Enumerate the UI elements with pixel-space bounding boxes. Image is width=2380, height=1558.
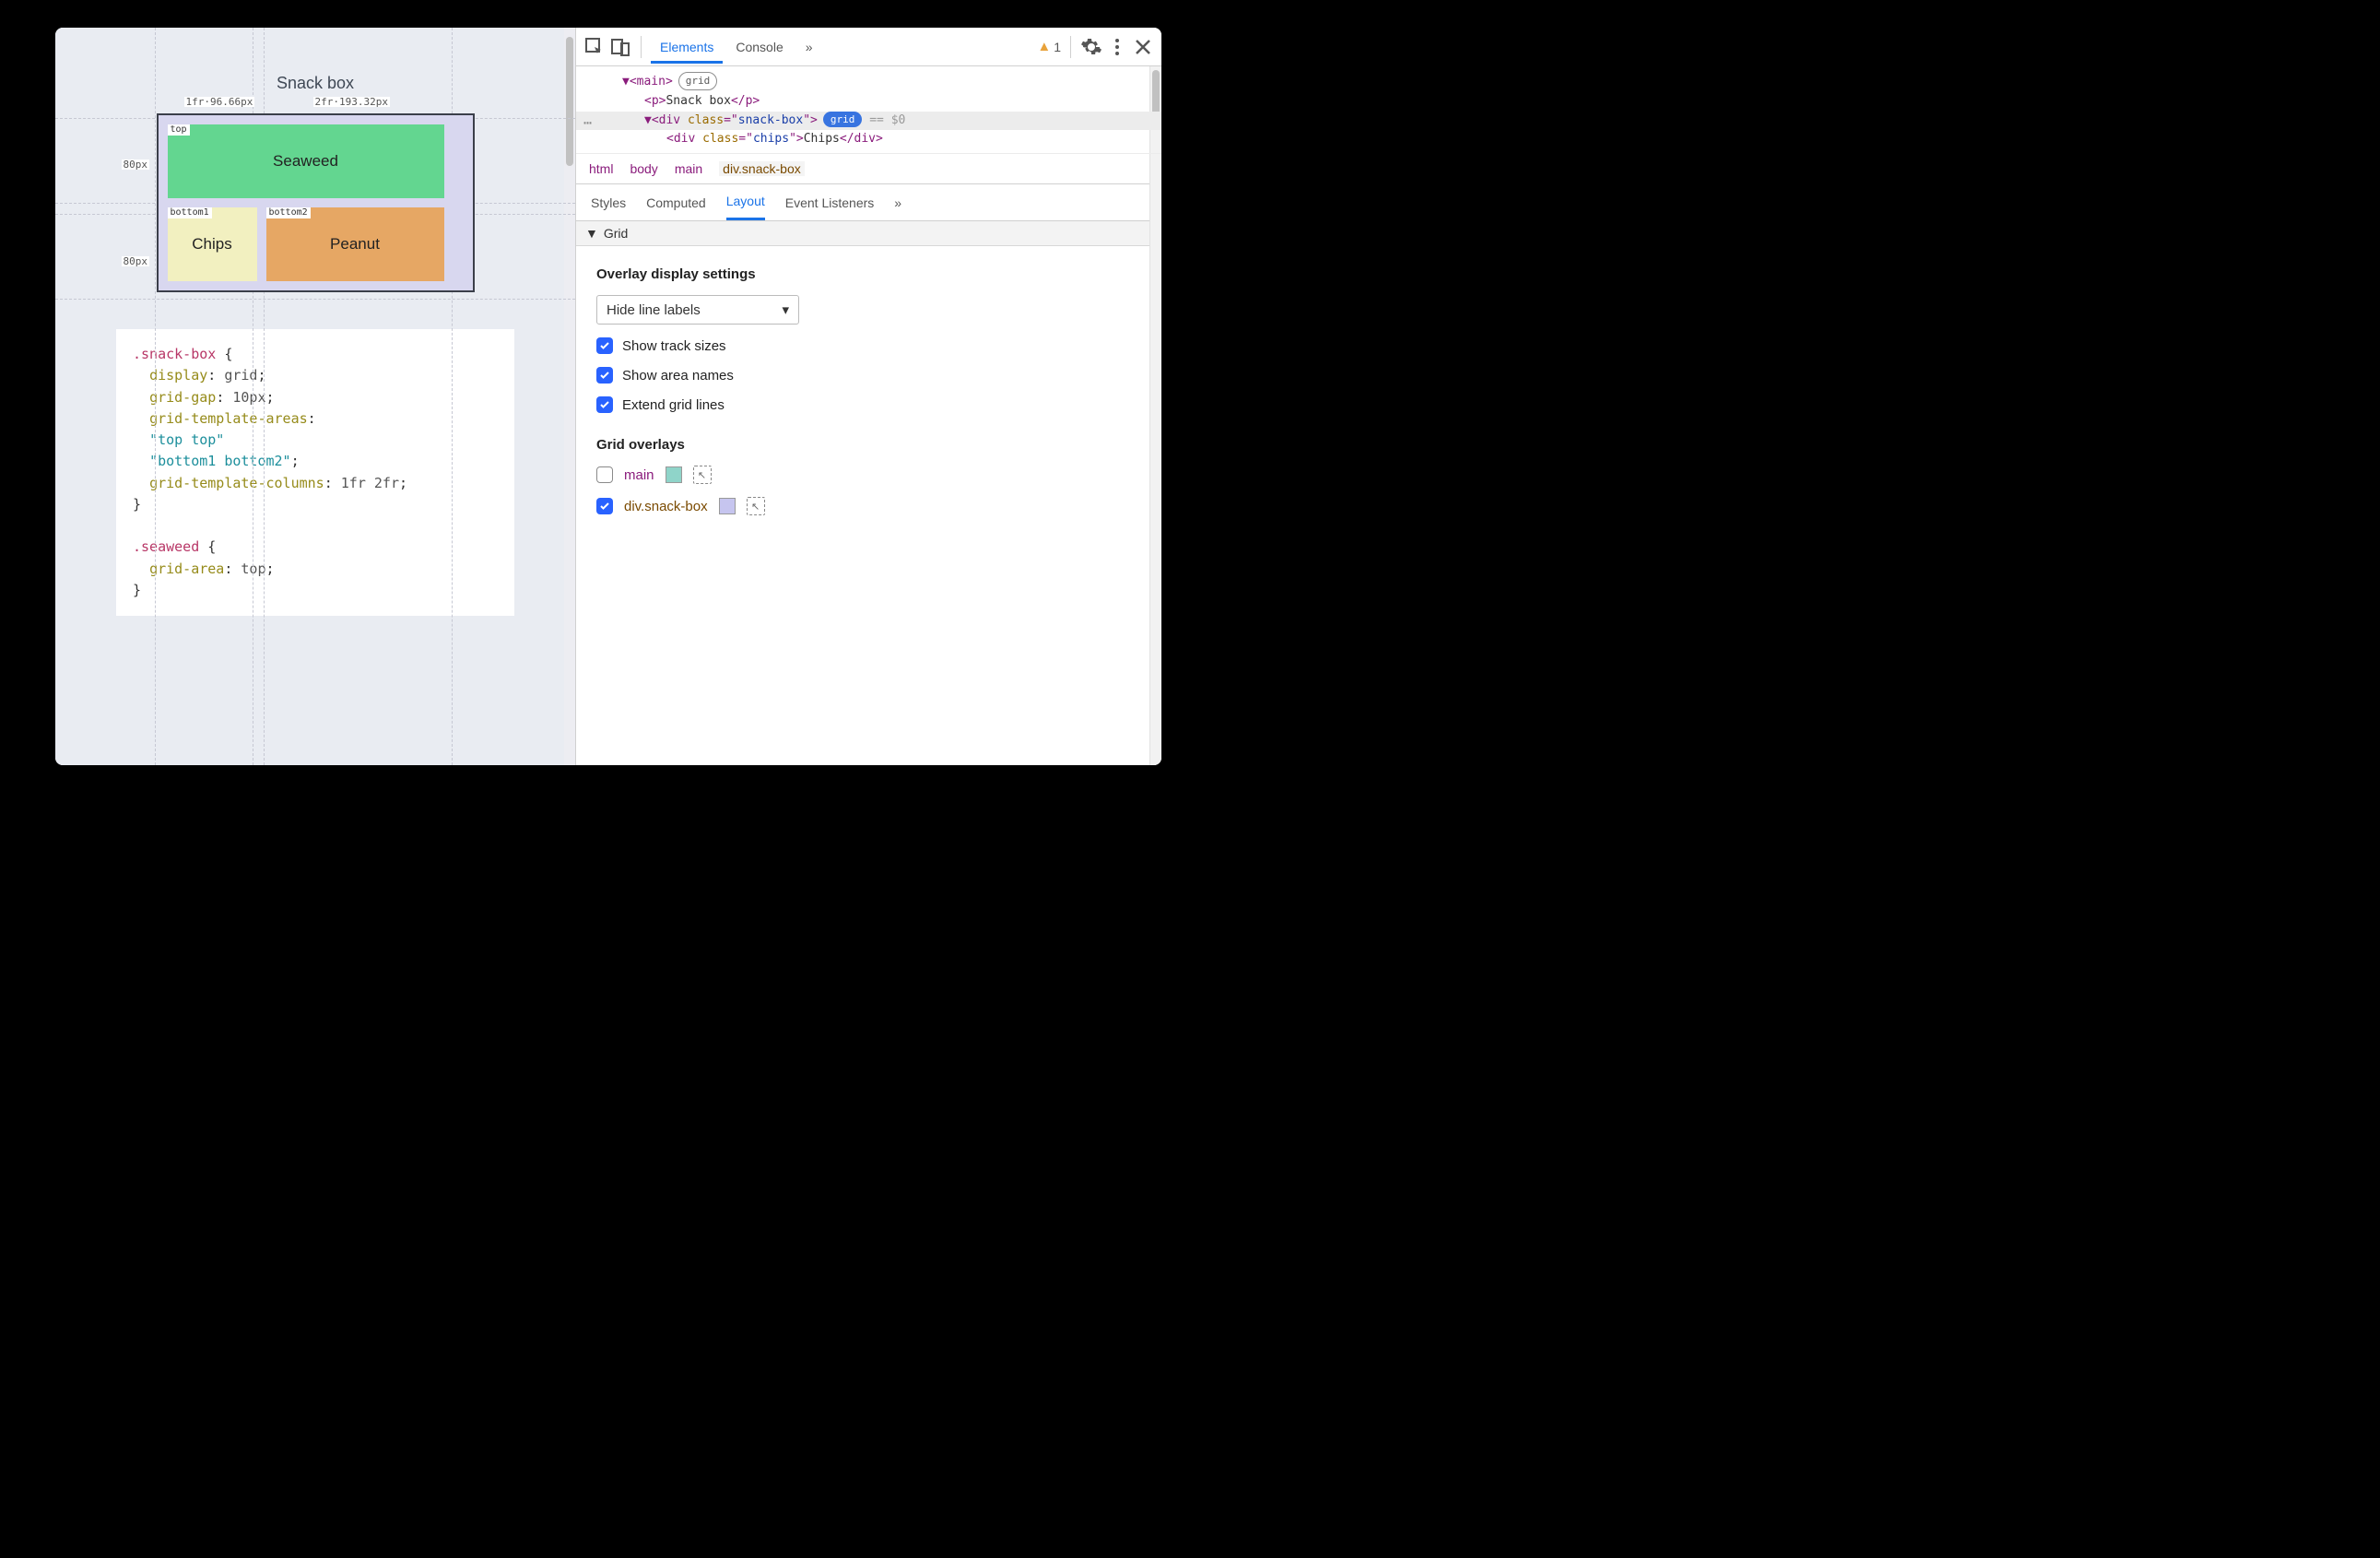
chips-label: Chips xyxy=(192,235,231,254)
cell-seaweed[interactable]: top Seaweed xyxy=(168,124,444,198)
crumb-current[interactable]: div.snack-box xyxy=(719,161,805,176)
chevron-down-icon: ▼ xyxy=(585,226,598,241)
preview-scrollbar[interactable] xyxy=(564,28,575,765)
crumb-body[interactable]: body xyxy=(630,161,657,176)
checkbox-overlay-snackbox[interactable] xyxy=(596,498,613,514)
kebab-icon[interactable] xyxy=(1106,36,1128,58)
subtab-layout[interactable]: Layout xyxy=(726,184,765,220)
seaweed-label: Seaweed xyxy=(273,152,338,171)
label-area-names: Show area names xyxy=(622,368,734,384)
checkbox-track-sizes[interactable] xyxy=(596,337,613,354)
subtab-computed[interactable]: Computed xyxy=(646,195,706,210)
settings-icon[interactable] xyxy=(1080,36,1102,58)
warnings-badge[interactable]: ▲ 1 xyxy=(1037,39,1061,54)
grid-section-label: Grid xyxy=(604,226,628,241)
warning-icon: ▲ xyxy=(1037,39,1051,54)
checkbox-extend-lines[interactable] xyxy=(596,396,613,413)
page-preview: Snack box 1fr·96.66px 2fr·193.32px 80px … xyxy=(55,28,575,765)
col-size-1: 1fr·96.66px xyxy=(184,97,255,107)
swatch-snackbox[interactable] xyxy=(719,498,736,514)
inspect-icon[interactable] xyxy=(583,36,606,58)
swatch-main[interactable] xyxy=(666,466,682,483)
dom-selected-row[interactable]: ▼<div class="snack-box">grid == $0 xyxy=(576,112,1161,131)
close-icon[interactable] xyxy=(1132,36,1154,58)
area-tag-top: top xyxy=(168,124,190,136)
tab-console[interactable]: Console xyxy=(726,30,792,63)
device-toggle-icon[interactable] xyxy=(609,36,631,58)
row-size-1: 80px xyxy=(122,159,150,170)
subtab-styles[interactable]: Styles xyxy=(591,195,626,210)
grid-badge-main[interactable]: grid xyxy=(678,72,718,90)
overlay-snackbox-label[interactable]: div.snack-box xyxy=(624,499,708,514)
line-labels-select[interactable]: Hide line labels ▾ xyxy=(596,295,799,325)
row-size-2: 80px xyxy=(122,256,150,266)
devtools-scrollbar[interactable] xyxy=(1149,66,1161,765)
css-source: .snack-box { display: grid; grid-gap: 10… xyxy=(116,329,514,616)
subtab-more[interactable]: » xyxy=(894,195,901,210)
devtools-panel: Elements Console » ▲ 1 ▼<main>grid <p>Sn… xyxy=(575,28,1161,765)
subtab-listeners[interactable]: Event Listeners xyxy=(785,195,875,210)
breadcrumb[interactable]: html body main div.snack-box xyxy=(576,154,1161,184)
preview-title: Snack box xyxy=(78,74,552,93)
chevron-down-icon: ▾ xyxy=(782,301,789,318)
crumb-main[interactable]: main xyxy=(675,161,702,176)
label-extend-lines: Extend grid lines xyxy=(622,397,725,413)
crumb-html[interactable]: html xyxy=(589,161,613,176)
grid-section-header[interactable]: ▼ Grid xyxy=(576,221,1161,246)
overlay-main-label[interactable]: main xyxy=(624,467,654,483)
dom-tree[interactable]: ▼<main>grid <p>Snack box</p> ▼<div class… xyxy=(576,66,1161,154)
area-tag-bottom2: bottom2 xyxy=(266,207,311,218)
tab-elements[interactable]: Elements xyxy=(651,30,723,64)
highlight-icon[interactable]: ↖ xyxy=(693,466,712,484)
checkbox-overlay-main[interactable] xyxy=(596,466,613,483)
cell-chips[interactable]: bottom1 Chips xyxy=(168,207,257,281)
snack-box-grid[interactable]: top Seaweed bottom1 Chips bottom2 Peanut xyxy=(157,113,475,292)
overlays-title: Grid overlays xyxy=(596,437,1141,453)
grid-badge-snackbox[interactable]: grid xyxy=(823,112,863,128)
warning-count: 1 xyxy=(1054,40,1061,54)
cell-peanut[interactable]: bottom2 Peanut xyxy=(266,207,444,281)
tab-more[interactable]: » xyxy=(796,30,822,63)
col-size-2: 2fr·193.32px xyxy=(313,97,390,107)
peanut-label: Peanut xyxy=(330,235,380,254)
checkbox-area-names[interactable] xyxy=(596,367,613,384)
line-labels-value: Hide line labels xyxy=(607,302,701,318)
area-tag-bottom1: bottom1 xyxy=(168,207,212,218)
overlay-settings-title: Overlay display settings xyxy=(596,266,1141,282)
label-track-sizes: Show track sizes xyxy=(622,338,726,354)
highlight-icon[interactable]: ↖ xyxy=(747,497,765,515)
